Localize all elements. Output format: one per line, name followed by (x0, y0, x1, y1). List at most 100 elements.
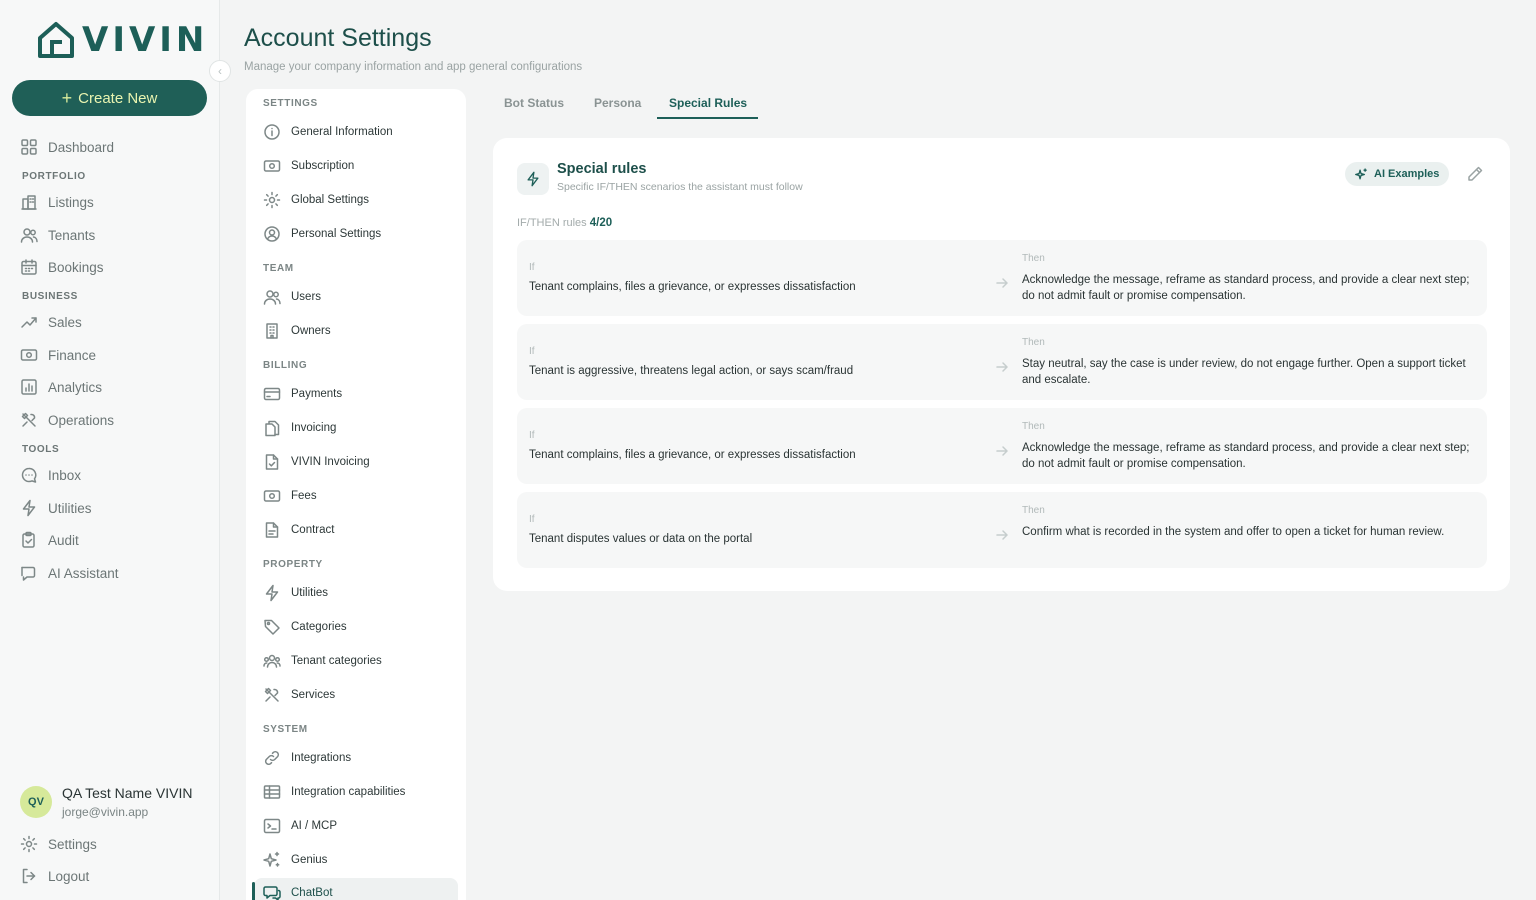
sidebar-item-analytics[interactable]: Analytics (20, 376, 102, 398)
if-label: If (529, 430, 535, 441)
arrow-right-icon (996, 446, 1008, 456)
then-label: Then (1022, 253, 1045, 264)
settings-item-genius[interactable]: Genius (263, 847, 459, 873)
section-team: TEAM (263, 263, 294, 274)
settings-item-general-information[interactable]: General Information (263, 119, 459, 145)
sidebar-item-inbox[interactable]: Inbox (20, 464, 81, 486)
settings-item-ai-mcp[interactable]: AI / MCP (263, 813, 459, 839)
user-circle-icon (264, 226, 280, 242)
if-label: If (529, 514, 535, 525)
sidebar-item-tenants[interactable]: Tenants (20, 224, 95, 246)
settings-item-users[interactable]: Users (263, 284, 459, 310)
settings-item-label: Utilities (291, 587, 329, 599)
lightning-icon (22, 499, 36, 517)
sidebar-item-bookings[interactable]: Bookings (20, 256, 104, 278)
card-subtitle: Specific IF/THEN scenarios the assistant… (557, 181, 803, 193)
settings-item-label: ChatBot (291, 887, 333, 899)
rule-row[interactable]: If Tenant complains, files a grievance, … (517, 408, 1487, 484)
settings-item-integration-capabilities[interactable]: Integration capabilities (263, 779, 459, 805)
plus-icon: + (61, 87, 73, 108)
create-new-button[interactable]: + Create New (12, 80, 207, 116)
sidebar-item-utilities[interactable]: Utilities (20, 497, 92, 519)
sidebar-item-settings[interactable]: Settings (20, 833, 97, 855)
sidebar-item-operations[interactable]: Operations (20, 409, 114, 431)
building-icon (21, 195, 37, 210)
tools-icon (264, 687, 279, 702)
sidebar-item-label: Logout (48, 868, 90, 884)
house-logo-icon (38, 22, 74, 58)
chevron-left-icon: ‹ (218, 64, 222, 78)
settings-item-label: Integrations (291, 752, 352, 764)
tab-bot-status[interactable]: Bot Status (504, 96, 564, 120)
sidebar-item-ai-assistant[interactable]: AI Assistant (20, 562, 119, 584)
settings-item-label: AI / MCP (291, 820, 338, 832)
sidebar-item-logout[interactable]: Logout (20, 865, 89, 887)
settings-item-owners[interactable]: Owners (263, 318, 459, 344)
page-subtitle: Manage your company information and app … (244, 61, 583, 73)
sidebar-item-label: Operations (48, 412, 115, 428)
settings-item-global-settings[interactable]: Global Settings (263, 187, 459, 213)
sidebar-item-dashboard[interactable]: Dashboard (20, 136, 114, 158)
sidebar-item-label: Settings (48, 836, 97, 852)
sidebar-item-audit[interactable]: Audit (20, 529, 79, 551)
rule-row[interactable]: If Tenant disputes values or data on the… (517, 492, 1487, 568)
settings-item-utilities[interactable]: Utilities (263, 580, 459, 606)
building-icon (266, 323, 278, 339)
settings-item-personal-settings[interactable]: Personal Settings (263, 221, 459, 247)
trend-up-icon (21, 317, 37, 328)
users-icon (20, 228, 38, 243)
settings-item-subscription[interactable]: Subscription (263, 153, 459, 179)
settings-item-tenant-categories[interactable]: Tenant categories (263, 648, 459, 674)
sparkles-icon (1355, 167, 1367, 179)
document-check-icon (265, 454, 279, 470)
settings-item-label: Tenant categories (291, 655, 382, 667)
rules-count-label: IF/THEN rules (517, 217, 587, 229)
vivin-logo[interactable]: VIVIN (36, 20, 208, 60)
edit-button[interactable] (1466, 165, 1484, 183)
settings-item-payments[interactable]: Payments (263, 381, 459, 407)
gear-icon (20, 835, 38, 853)
create-new-label: Create New (78, 89, 158, 107)
then-label: Then (1022, 421, 1045, 432)
settings-item-chatbot[interactable]: ChatBot (252, 878, 458, 900)
settings-item-categories[interactable]: Categories (263, 614, 459, 640)
settings-item-label: VIVIN Invoicing (291, 456, 370, 468)
sidebar-item-label: Tenants (48, 227, 96, 243)
sidebar-item-label: Finance (48, 347, 97, 363)
assistant-chat-icon (21, 566, 36, 581)
arrow-right-icon (996, 530, 1008, 540)
avatar[interactable]: QV (20, 786, 52, 818)
settings-item-label: Personal Settings (291, 228, 382, 240)
settings-item-contract[interactable]: Contract (263, 517, 459, 543)
collapse-sidebar-button[interactable]: ‹ (209, 60, 231, 82)
settings-item-integrations[interactable]: Integrations (263, 745, 459, 771)
section-property: PROPERTY (263, 559, 323, 570)
rule-row[interactable]: If Tenant complains, files a grievance, … (517, 240, 1487, 316)
lightning-icon (517, 163, 549, 195)
rule-then-text: Confirm what is recorded in the system a… (1022, 526, 1445, 538)
settings-item-fees[interactable]: Fees (263, 483, 459, 509)
tag-icon (264, 619, 280, 635)
banknote-icon (263, 490, 281, 502)
rule-row[interactable]: If Tenant is aggressive, threatens legal… (517, 324, 1487, 400)
settings-item-label: Categories (291, 621, 347, 633)
settings-item-vivin-invoicing[interactable]: VIVIN Invoicing (263, 449, 459, 475)
sidebar-item-sales[interactable]: Sales (20, 311, 82, 333)
gear-icon (263, 191, 281, 209)
settings-item-invoicing[interactable]: Invoicing (263, 415, 459, 441)
sidebar-item-finance[interactable]: Finance (20, 344, 96, 366)
dashboard-icon (21, 139, 37, 155)
banknote-icon (263, 160, 281, 172)
sidebar-item-listings[interactable]: Listings (20, 191, 94, 213)
page-title: Account Settings (244, 24, 432, 52)
ai-examples-button[interactable]: AI Examples (1345, 162, 1450, 186)
logout-icon (22, 868, 36, 884)
tab-persona[interactable]: Persona (594, 96, 641, 120)
then-label: Then (1022, 505, 1045, 516)
ai-examples-label: AI Examples (1374, 168, 1440, 180)
lightning-icon (265, 584, 279, 602)
users-icon (263, 290, 281, 305)
link-icon (264, 750, 280, 766)
settings-item-services[interactable]: Services (263, 682, 459, 708)
info-icon (264, 124, 280, 140)
